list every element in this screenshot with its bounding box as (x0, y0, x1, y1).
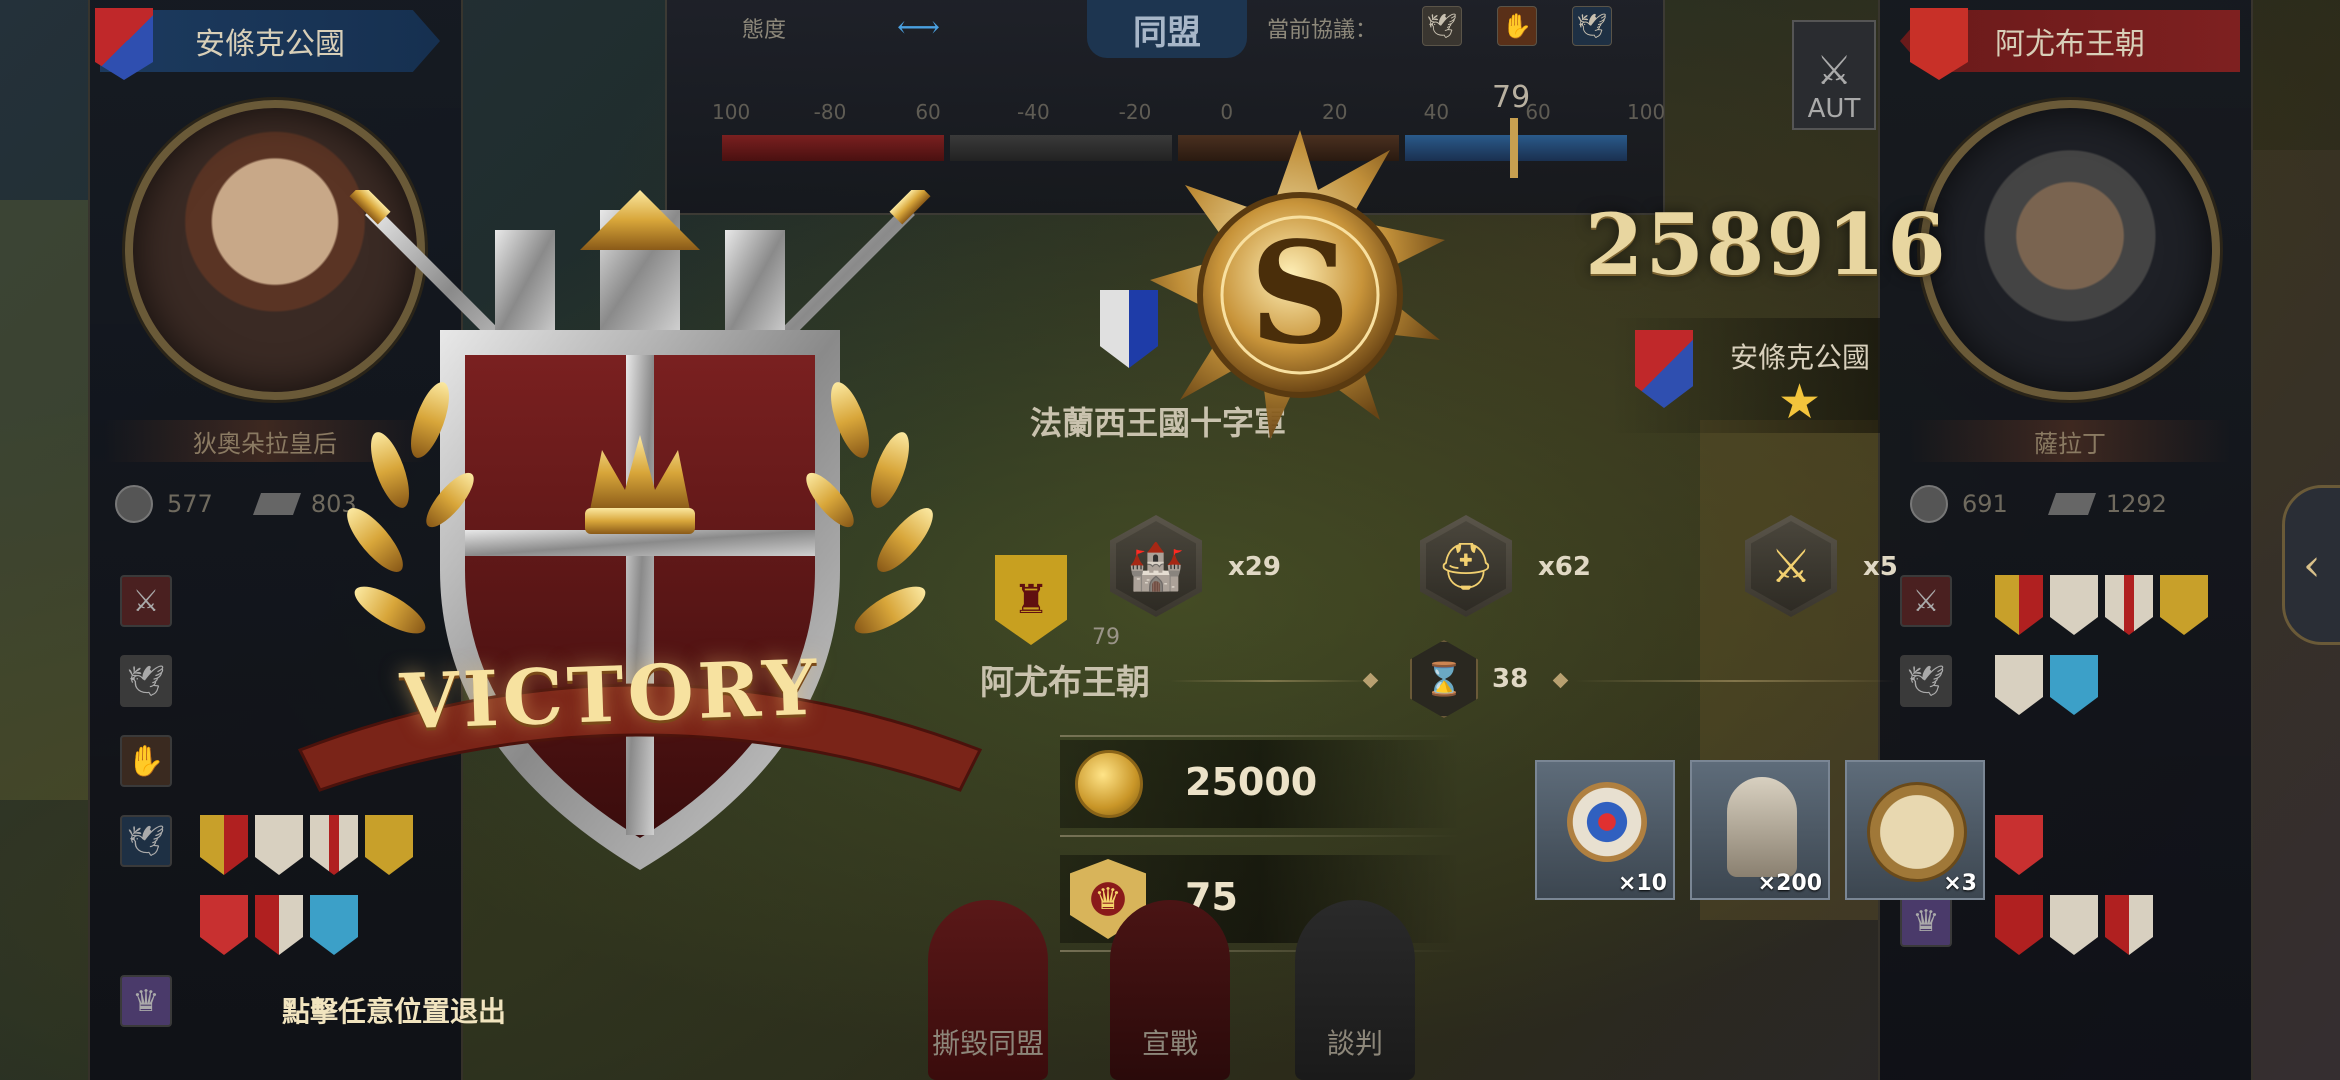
alliance-treaty-icon[interactable]: 🕊 (1572, 6, 1612, 46)
ally-shield (1995, 655, 2043, 715)
gold-reward-row: 25000 (1060, 740, 1460, 828)
divider-diamond (1552, 672, 1569, 689)
star-icon: ★ (1778, 374, 1822, 430)
auto-label: AUT (1807, 94, 1861, 124)
silver-coin-icon (115, 485, 153, 523)
winner-flag (1635, 330, 1693, 408)
war-icon[interactable]: ⚔ (1900, 575, 1952, 627)
battle-result-screen[interactable]: 安條克公國 狄奧朵拉皇后 577 803 ⚔ 🕊 ✋ 🕊 ♛ 阿尤布王朝 薩拉丁… (0, 0, 2340, 1080)
war-icon[interactable]: ⚔ (120, 575, 172, 627)
attitude-label: 態度 (742, 18, 787, 43)
castle-count: x29 (1228, 552, 1281, 582)
break-alliance-button[interactable]: 撕毀同盟 (928, 900, 1048, 1080)
ally-shield (2105, 895, 2153, 955)
gold-coin-icon (1075, 750, 1143, 818)
ally-shield (200, 895, 248, 955)
ingot-icon (2047, 493, 2096, 515)
scale-tick-label: 100 (712, 100, 751, 124)
chevron-left-icon: ‹ (2303, 539, 2321, 591)
ruler-title: 薩拉丁 (1910, 420, 2230, 462)
item-count: ×3 (1943, 871, 1977, 896)
scale-tick-label: 60 (915, 100, 941, 124)
scale-tick-label: 100 (1627, 100, 1666, 124)
helmet-icon: ⛑ (1420, 515, 1512, 617)
scale-tick-label: -80 (813, 100, 847, 124)
winner-box: 安條克公國 ★ (1610, 318, 1880, 433)
trade-treaty-icon[interactable]: ✋ (1497, 6, 1537, 46)
soldier-bust-icon (1727, 777, 1797, 877)
peace-treaty-icon[interactable]: 🕊 (1422, 6, 1462, 46)
hourglass-icon: ⌛ (1410, 640, 1478, 718)
crossed-swords-icon: ⚔ (1816, 48, 1852, 94)
victory-banner-text: VICTORY (398, 642, 823, 747)
item-count: ×200 (1757, 871, 1822, 896)
crown-action-icon[interactable]: ♛ (1900, 895, 1952, 947)
silver-value: 577 (167, 490, 213, 518)
item-count: ×10 (1617, 871, 1667, 896)
divider-diamond (1362, 672, 1379, 689)
treaty-label: 當前協議： (1267, 18, 1378, 43)
scale-segment-neutral (949, 135, 1172, 161)
side-panel-toggle[interactable]: ‹ (2282, 485, 2340, 645)
reward-separator (1060, 835, 1460, 837)
crown-action-icon[interactable]: ♛ (120, 975, 172, 1027)
scale-segment-hostile (722, 135, 944, 161)
scale-tick-label: 40 (1423, 100, 1450, 124)
swords-count: x5 (1863, 552, 1898, 582)
declare-war-button[interactable]: 宣戰 (1110, 900, 1230, 1080)
ally-shield (1995, 575, 2043, 635)
auto-battle-button[interactable]: ⚔ AUT (1792, 20, 1876, 130)
divider (1575, 680, 1895, 682)
negotiate-button[interactable]: 談判 (1295, 900, 1415, 1080)
helmet-count: x62 (1538, 552, 1591, 582)
winner-name: 安條克公國 (1730, 341, 1871, 374)
divider (1170, 680, 1370, 682)
silver-value: 691 (1962, 490, 2008, 518)
ally-shield (2050, 895, 2098, 955)
map-kingdom-label: 阿尤布王朝 (980, 663, 1150, 703)
reward-separator (1060, 735, 1460, 737)
arrows-icon: ⟷ (897, 10, 941, 45)
archery-target-icon (1567, 782, 1647, 862)
ally-shield (2050, 575, 2098, 635)
castle-icon: 🏰 (1110, 515, 1202, 617)
scale-tick-label: 20 (1322, 100, 1348, 124)
dove-icon[interactable]: 🕊 (1900, 655, 1952, 707)
silver-coin-icon (1910, 485, 1948, 523)
alliance-status-tab[interactable]: 同盟 (1087, 0, 1247, 58)
ally-shield (1995, 815, 2043, 875)
enemy-faction-panel: 阿尤布王朝 薩拉丁 691 1292 ⚔ 🕊 ♛ (1878, 0, 2253, 1080)
ingot-value: 1292 (2105, 490, 2167, 518)
relation-value: 79 (1492, 80, 1531, 115)
item-card-compass[interactable]: ×3 (1845, 760, 1985, 900)
battle-score: 258916 (1585, 195, 1948, 294)
exit-hint[interactable]: 點擊任意位置退出 (282, 990, 506, 1030)
ally-shield (200, 815, 248, 875)
victory-shield-emblem (297, 190, 983, 870)
dove-icon[interactable]: 🕊 (120, 655, 172, 707)
scale-tick-label: 0 (1220, 100, 1234, 124)
ruler-portrait[interactable] (1920, 100, 2220, 400)
turn-count: 38 (1492, 664, 1529, 694)
scale-tick-label: -40 (1017, 100, 1050, 124)
alliance-dove-icon[interactable]: 🕊 (120, 815, 172, 867)
ally-shield (1995, 895, 2043, 955)
ally-shield (2105, 575, 2153, 635)
map-kingdom-value: 79 (1092, 625, 1120, 650)
scale-tick-label: -20 (1118, 100, 1152, 124)
ally-shield (2160, 575, 2208, 635)
item-card-target[interactable]: ×10 (1535, 760, 1675, 900)
item-card-soldier[interactable]: ×200 (1690, 760, 1830, 900)
relation-marker (1510, 118, 1518, 178)
gold-reward-value: 25000 (1185, 760, 1318, 804)
kingdom-flag: ♜ (995, 555, 1067, 645)
hand-icon[interactable]: ✋ (120, 735, 172, 787)
svg-text:S: S (1249, 212, 1350, 376)
resource-stats: 691 1292 (1910, 485, 2167, 523)
compass-icon (1867, 782, 1967, 882)
rank-s-medal-icon: S (1150, 130, 1445, 440)
ally-shield (2050, 655, 2098, 715)
map-terrain (0, 200, 90, 800)
